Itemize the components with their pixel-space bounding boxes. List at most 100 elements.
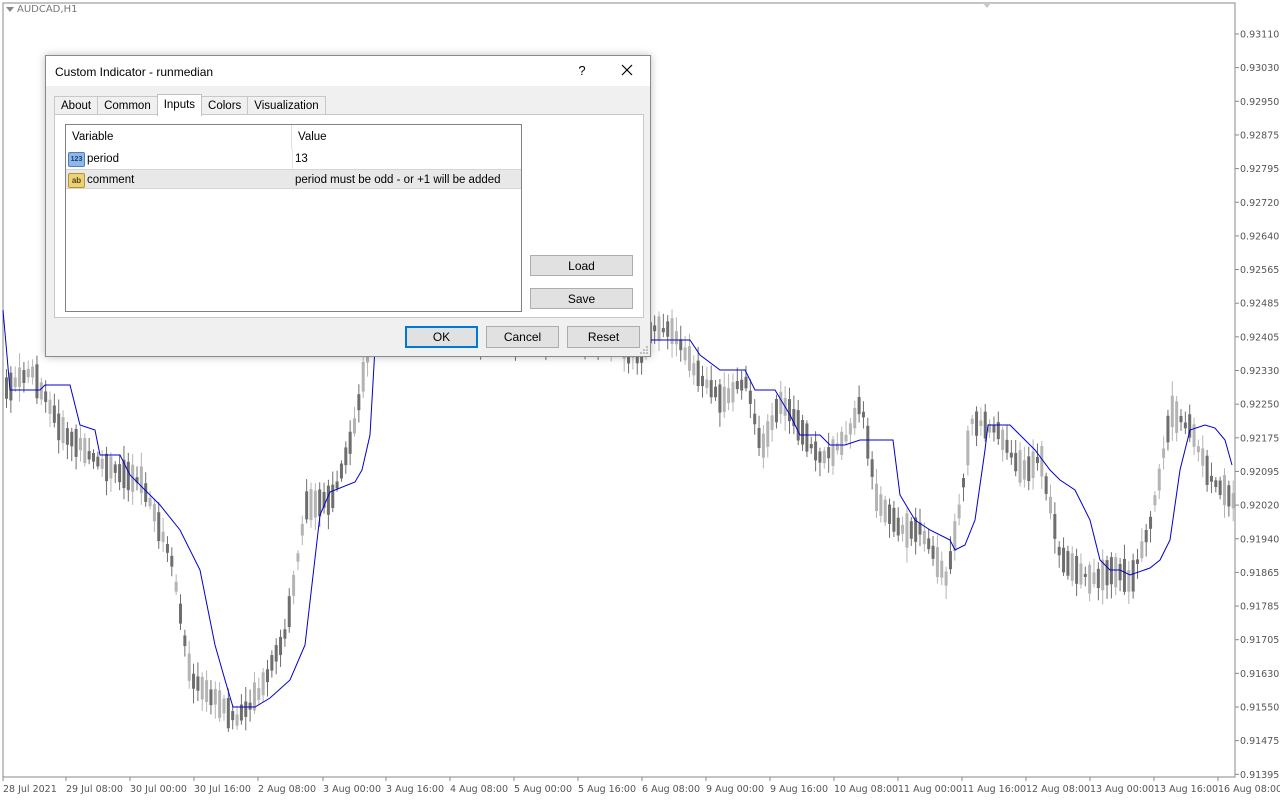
variable-value[interactable]: 13 bbox=[295, 149, 308, 169]
close-icon bbox=[621, 64, 633, 76]
column-header-value[interactable]: Value bbox=[292, 125, 521, 149]
time-axis-label: 30 Jul 16:00 bbox=[194, 784, 251, 795]
candle-body bbox=[1157, 468, 1161, 491]
column-divider bbox=[292, 170, 293, 190]
candle-body bbox=[848, 423, 852, 435]
candle-body bbox=[883, 499, 887, 523]
candle-body bbox=[818, 451, 822, 463]
time-axis-label: 30 Jul 00:00 bbox=[130, 784, 187, 795]
column-header-variable[interactable]: Variable bbox=[66, 125, 292, 149]
price-axis-label: 0.91550 bbox=[1240, 703, 1279, 714]
candle-body bbox=[1001, 429, 1005, 450]
candle-body bbox=[1205, 455, 1209, 485]
candle-body bbox=[718, 384, 722, 413]
candle-body bbox=[1218, 480, 1222, 496]
candle-body bbox=[705, 379, 709, 388]
candle-body bbox=[975, 411, 979, 436]
grid-header: Variable Value bbox=[66, 125, 521, 149]
candle-body bbox=[1096, 568, 1100, 589]
candle-body bbox=[83, 438, 87, 464]
input-row-comment[interactable]: ab comment period must be odd - or +1 wi… bbox=[66, 169, 521, 190]
candle-body bbox=[105, 453, 109, 482]
candle-body bbox=[774, 399, 778, 423]
candle-body bbox=[1231, 493, 1235, 509]
tab-visualization[interactable]: Visualization bbox=[247, 96, 326, 116]
candle-body bbox=[970, 418, 974, 424]
reset-button[interactable]: Reset bbox=[567, 326, 640, 348]
candle-body bbox=[92, 453, 95, 462]
candle-body bbox=[1044, 476, 1048, 494]
candle-body bbox=[957, 504, 961, 519]
candle-body bbox=[326, 485, 330, 515]
candle-body bbox=[735, 381, 739, 390]
candle-body bbox=[983, 411, 987, 439]
candle-body bbox=[909, 521, 913, 539]
candle-body bbox=[770, 415, 774, 431]
input-row-period[interactable]: 123 period 13 bbox=[66, 149, 521, 169]
candle-body bbox=[1175, 401, 1179, 433]
candle-body bbox=[1196, 446, 1200, 453]
tab-common[interactable]: Common bbox=[97, 96, 158, 116]
candle-body bbox=[244, 701, 248, 717]
help-button[interactable]: ? bbox=[574, 61, 590, 81]
candle-body bbox=[57, 413, 61, 441]
dialog-titlebar[interactable]: Custom Indicator - runmedian ? bbox=[46, 56, 650, 86]
ok-button[interactable]: OK bbox=[405, 326, 478, 348]
candle-body bbox=[139, 466, 143, 494]
candle-body bbox=[801, 420, 805, 445]
time-axis-label: 13 Aug 00:00 bbox=[1090, 784, 1154, 795]
candle-body bbox=[935, 547, 939, 578]
time-axis-label: 5 Aug 16:00 bbox=[578, 784, 636, 795]
price-axis-label: 0.91940 bbox=[1240, 534, 1279, 545]
load-button[interactable]: Load bbox=[530, 255, 633, 276]
candle-body bbox=[226, 698, 230, 729]
candle-body bbox=[1214, 480, 1218, 488]
candle-body bbox=[766, 421, 770, 447]
candle-body bbox=[1083, 573, 1087, 578]
time-axis-label: 12 Aug 08:00 bbox=[1026, 784, 1090, 795]
candle-body bbox=[1075, 555, 1079, 584]
close-button[interactable] bbox=[616, 61, 638, 81]
chart-symbol-label[interactable]: AUDCAD,H1 bbox=[6, 4, 77, 15]
candle-body bbox=[1209, 475, 1213, 482]
candle-body bbox=[1223, 475, 1226, 506]
variable-value[interactable]: period must be odd - or +1 will be added bbox=[295, 170, 501, 190]
candle-body bbox=[788, 399, 791, 422]
candle-body bbox=[740, 379, 744, 391]
tab-about[interactable]: About bbox=[54, 96, 99, 116]
candle-body bbox=[905, 513, 909, 548]
candle-body bbox=[22, 370, 26, 383]
candle-body bbox=[661, 328, 665, 333]
candle-body bbox=[696, 360, 700, 387]
candle-body bbox=[35, 364, 39, 399]
candle-body bbox=[809, 444, 813, 449]
candle-body bbox=[1035, 456, 1039, 464]
candle-body bbox=[844, 434, 848, 442]
candle-body bbox=[1014, 452, 1018, 472]
candle-body bbox=[822, 450, 826, 464]
dialog-title: Custom Indicator - runmedian bbox=[55, 65, 214, 79]
chevron-down-icon[interactable] bbox=[6, 7, 14, 12]
tab-inputs[interactable]: Inputs bbox=[156, 94, 203, 116]
candle-body bbox=[183, 635, 187, 647]
resize-grip-icon[interactable] bbox=[639, 345, 649, 355]
candle-body bbox=[714, 386, 718, 398]
price-axis-label: 0.92485 bbox=[1240, 299, 1279, 310]
price-axis-label: 0.92795 bbox=[1240, 164, 1279, 175]
candle-body bbox=[1031, 451, 1035, 478]
cancel-button[interactable]: Cancel bbox=[486, 326, 559, 348]
candle-body bbox=[287, 596, 291, 628]
candle-body bbox=[257, 688, 261, 700]
candle-body bbox=[1118, 563, 1122, 581]
price-axis-label: 0.92020 bbox=[1240, 501, 1279, 512]
save-button[interactable]: Save bbox=[530, 288, 633, 309]
candle-body bbox=[1179, 415, 1183, 423]
tab-colors[interactable]: Colors bbox=[201, 96, 249, 116]
candle-body bbox=[296, 553, 300, 562]
candle-body bbox=[165, 543, 169, 553]
candle-body bbox=[266, 669, 269, 683]
candle-body bbox=[866, 425, 870, 459]
candle-body bbox=[1092, 572, 1096, 585]
time-axis-label: 11 Aug 00:00 bbox=[898, 784, 962, 795]
candle-body bbox=[683, 347, 687, 361]
